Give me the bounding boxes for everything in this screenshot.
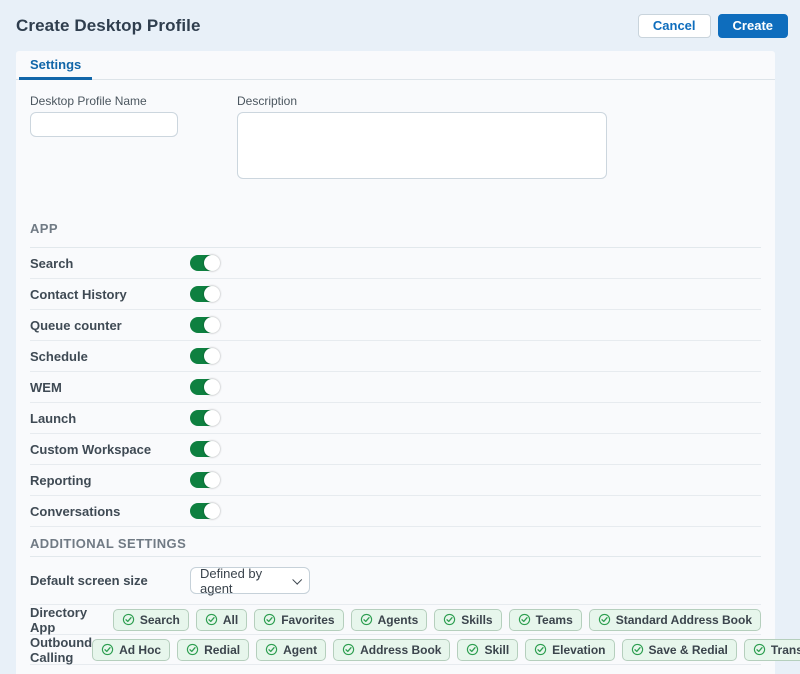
toggle-knob-icon [204, 317, 220, 333]
app-toggle-label: Search [30, 256, 190, 271]
chip-row-outbound-calling: Outbound Calling Ad Hoc Redial Agent Add… [30, 635, 761, 665]
toggle-queue-counter[interactable] [190, 317, 219, 333]
name-field-group: Desktop Profile Name [30, 94, 237, 184]
toggle-reporting[interactable] [190, 472, 219, 488]
description-textarea[interactable] [237, 112, 607, 179]
tab-settings-label: Settings [30, 57, 81, 72]
settings-panel: Settings Desktop Profile Name Descriptio… [16, 51, 775, 674]
app-toggle-row: Schedule [30, 341, 761, 372]
tab-settings[interactable]: Settings [19, 51, 92, 80]
toggle-knob-icon [204, 441, 220, 457]
app-toggle-label: Conversations [30, 504, 190, 519]
app-toggle-label: Custom Workspace [30, 442, 190, 457]
chip-row-label: Outbound Calling [30, 635, 92, 665]
chevron-down-icon [292, 575, 302, 585]
check-circle-icon [101, 643, 114, 656]
app-toggle-row: Reporting [30, 465, 761, 496]
desktop-profile-name-input[interactable] [30, 112, 178, 137]
app-toggle-label: Launch [30, 411, 190, 426]
chip-transfer[interactable]: Transfer [744, 639, 800, 661]
toggle-knob-icon [204, 503, 220, 519]
check-circle-icon [122, 613, 135, 626]
page-header: Create Desktop Profile Cancel Create [0, 0, 800, 51]
chip-favorites[interactable]: Favorites [254, 609, 343, 631]
chip-skills[interactable]: Skills [434, 609, 501, 631]
toggle-knob-icon [204, 379, 220, 395]
toggle-conversations[interactable] [190, 503, 219, 519]
check-circle-icon [518, 613, 531, 626]
check-circle-icon [205, 613, 218, 626]
toggle-search[interactable] [190, 255, 219, 271]
chip-list: Ad Hoc Redial Agent Address Book Skill [92, 639, 800, 661]
chip-all[interactable]: All [196, 609, 247, 631]
description-field-group: Description [237, 94, 607, 184]
check-circle-icon [265, 643, 278, 656]
check-circle-icon [360, 613, 373, 626]
app-toggle-label: Contact History [30, 287, 190, 302]
default-screen-size-value: Defined by agent [200, 566, 285, 596]
chip-skill[interactable]: Skill [457, 639, 518, 661]
chip-standard-address-book[interactable]: Standard Address Book [589, 609, 761, 631]
profile-form-row: Desktop Profile Name Description [16, 80, 775, 184]
toggle-wem[interactable] [190, 379, 219, 395]
name-field-label: Desktop Profile Name [30, 94, 237, 108]
default-screen-size-select[interactable]: Defined by agent [190, 567, 310, 594]
toggle-knob-icon [204, 255, 220, 271]
check-circle-icon [466, 643, 479, 656]
app-toggle-row: Contact History [30, 279, 761, 310]
chip-row-label: Directory App [30, 605, 113, 635]
app-toggle-row: Queue counter [30, 310, 761, 341]
toggle-knob-icon [204, 348, 220, 364]
toggle-contact-history[interactable] [190, 286, 219, 302]
chip-agents[interactable]: Agents [351, 609, 428, 631]
toggle-knob-icon [204, 286, 220, 302]
toggle-schedule[interactable] [190, 348, 219, 364]
check-circle-icon [186, 643, 199, 656]
tab-bar: Settings [16, 51, 775, 80]
chip-rows-container: Directory App Search All Favorites Agent… [16, 605, 775, 665]
chip-redial[interactable]: Redial [177, 639, 249, 661]
check-circle-icon [753, 643, 766, 656]
check-circle-icon [631, 643, 644, 656]
description-field-label: Description [237, 94, 607, 108]
app-toggle-label: Queue counter [30, 318, 190, 333]
app-toggle-row: Custom Workspace [30, 434, 761, 465]
chip-list: Search All Favorites Agents Skills [113, 609, 761, 631]
default-screen-size-row: Default screen size Defined by agent [30, 557, 761, 605]
toggle-knob-icon [204, 472, 220, 488]
app-toggle-row: Search [30, 248, 761, 279]
chip-row-directory-app: Directory App Search All Favorites Agent… [30, 605, 761, 635]
chip-elevation[interactable]: Elevation [525, 639, 614, 661]
app-toggle-label: WEM [30, 380, 190, 395]
chip-save-redial[interactable]: Save & Redial [622, 639, 737, 661]
chip-search[interactable]: Search [113, 609, 189, 631]
toggle-knob-icon [204, 410, 220, 426]
check-circle-icon [534, 643, 547, 656]
app-section-title: APP [30, 184, 761, 248]
default-screen-size-label: Default screen size [30, 573, 190, 588]
chip-address-book[interactable]: Address Book [333, 639, 450, 661]
app-toggle-row: Launch [30, 403, 761, 434]
additional-settings-title: ADDITIONAL SETTINGS [30, 527, 761, 557]
check-circle-icon [598, 613, 611, 626]
chip-agent[interactable]: Agent [256, 639, 326, 661]
toggle-custom-workspace[interactable] [190, 441, 219, 457]
check-circle-icon [263, 613, 276, 626]
app-toggle-row: Conversations [30, 496, 761, 527]
app-toggle-row: WEM [30, 372, 761, 403]
check-circle-icon [342, 643, 355, 656]
toggle-launch[interactable] [190, 410, 219, 426]
app-toggle-rows: Search Contact History Queue counter Sch… [16, 248, 775, 527]
chip-ad-hoc[interactable]: Ad Hoc [92, 639, 170, 661]
cancel-button[interactable]: Cancel [638, 14, 711, 38]
app-toggle-label: Schedule [30, 349, 190, 364]
header-actions: Cancel Create [638, 14, 788, 38]
chip-teams[interactable]: Teams [509, 609, 582, 631]
check-circle-icon [443, 613, 456, 626]
page-title: Create Desktop Profile [16, 16, 201, 36]
create-button[interactable]: Create [718, 14, 788, 38]
app-toggle-label: Reporting [30, 473, 190, 488]
